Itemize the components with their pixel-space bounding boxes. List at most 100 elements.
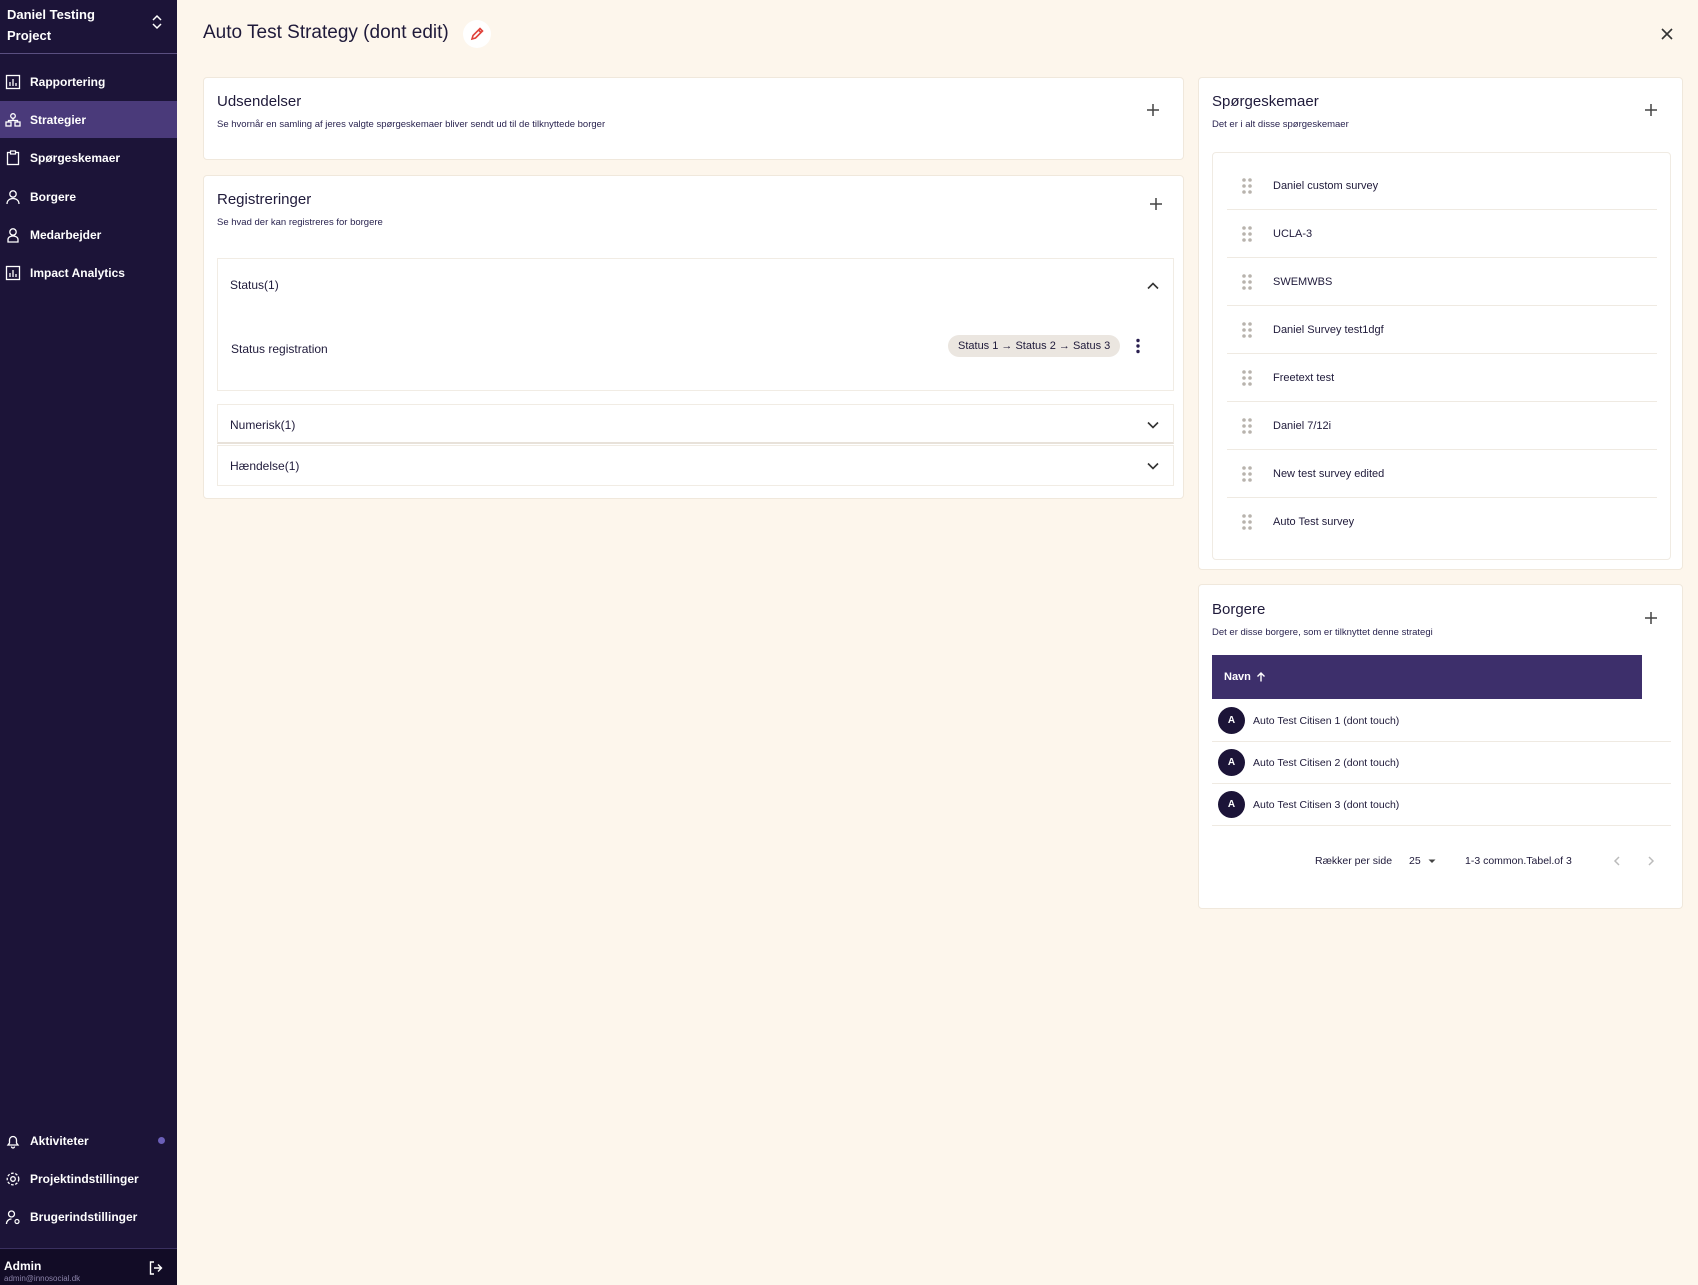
add-citizen-button[interactable]: [1641, 608, 1661, 628]
clipboard-icon: [6, 149, 20, 165]
chevron-right-icon[interactable]: [1645, 855, 1657, 867]
survey-list-item[interactable]: Auto Test survey: [1227, 498, 1657, 546]
strategy-icon: [5, 112, 21, 127]
survey-list-item[interactable]: UCLA-3: [1227, 210, 1657, 258]
user-email: admin@innosocial.dk: [4, 1274, 81, 1283]
more-vertical-icon[interactable]: [1134, 337, 1142, 355]
nav-label: Brugerindstillinger: [30, 1209, 138, 1224]
drag-handle-icon[interactable]: [1241, 513, 1253, 531]
close-button[interactable]: [1657, 24, 1677, 44]
user-gear-icon: [5, 1209, 20, 1224]
nav-label: Medarbejder: [30, 227, 102, 242]
edit-title-button[interactable]: [463, 20, 491, 48]
nav-item-impact-analytics[interactable]: Impact Analytics: [0, 254, 177, 291]
table-row[interactable]: A Auto Test Citisen 1 (dont touch): [1212, 700, 1671, 742]
survey-name: UCLA-3: [1273, 227, 1313, 240]
plus-icon: [1150, 198, 1162, 210]
card-subtitle: Se hvad der kan registreres for borgere: [217, 217, 383, 228]
user-icon: [6, 189, 20, 204]
chevron-down-icon[interactable]: [1145, 417, 1161, 433]
citizen-name: Auto Test Citisen 3 (dont touch): [1253, 798, 1400, 811]
nav-label: Rapportering: [30, 74, 106, 89]
gear-icon: [6, 1172, 20, 1185]
rows-per-page-select[interactable]: 25: [1409, 855, 1437, 867]
surveys-card: Spørgeskemaer Det er i alt disse spørges…: [1198, 77, 1683, 570]
card-title: Registreringer: [217, 191, 312, 208]
nav-item-aktiviteter[interactable]: Aktiviteter: [0, 1122, 177, 1159]
pagination-range: 1-3 common.Tabel.of 3: [1465, 855, 1572, 867]
card-subtitle: Det er disse borgere, som er tilknyttet …: [1212, 627, 1433, 638]
caret-down-icon: [1428, 859, 1436, 863]
drag-handle-icon[interactable]: [1241, 177, 1253, 195]
survey-list-item[interactable]: New test survey edited: [1227, 450, 1657, 498]
survey-name: Daniel Survey test1dgf: [1273, 323, 1384, 336]
citizen-name: Auto Test Citisen 2 (dont touch): [1253, 756, 1400, 769]
table-row[interactable]: A Auto Test Citisen 3 (dont touch): [1212, 784, 1671, 826]
nav-label: Spørgeskemaer: [30, 150, 121, 165]
nav-label: Projektindstillinger: [30, 1171, 139, 1186]
chevron-up-icon[interactable]: [1145, 278, 1161, 294]
accordion-header-haendelse: Hændelse(1): [230, 459, 300, 473]
survey-name: Daniel 7/12i: [1273, 419, 1332, 432]
survey-name: Freetext test: [1273, 371, 1335, 384]
column-header-navn[interactable]: Navn: [1212, 655, 1642, 699]
drag-handle-icon[interactable]: [1241, 321, 1253, 339]
nav-label: Strategier: [30, 112, 87, 127]
chevron-left-icon[interactable]: [1611, 855, 1623, 867]
nav-item-brugerindstillinger[interactable]: Brugerindstillinger: [0, 1198, 177, 1235]
chevron-down-icon[interactable]: [1145, 458, 1161, 474]
survey-list-item[interactable]: Daniel custom survey: [1227, 162, 1657, 210]
rows-per-page-label: Rækker per side: [1315, 855, 1393, 867]
nav-item-projektindstillinger[interactable]: Projektindstillinger: [0, 1160, 177, 1197]
nav-item-borgere[interactable]: Borgere: [0, 178, 177, 215]
nav-item-spoergeskemaer[interactable]: Spørgeskemaer: [0, 139, 177, 176]
accordion-numerisk[interactable]: Numerisk(1): [217, 404, 1174, 444]
survey-list-item[interactable]: Daniel 7/12i: [1227, 402, 1657, 450]
plus-icon: [1645, 104, 1657, 116]
accordion-haendelse[interactable]: Hændelse(1): [217, 445, 1174, 486]
column-header-label: Navn: [1224, 671, 1251, 683]
drag-handle-icon[interactable]: [1241, 225, 1253, 243]
chart-icon: [5, 265, 21, 280]
citizens-card: Borgere Det er disse borgere, som er til…: [1198, 584, 1683, 909]
drag-handle-icon[interactable]: [1241, 369, 1253, 387]
notification-dot: [158, 1137, 165, 1144]
nav-label: Impact Analytics: [30, 265, 125, 280]
table-row[interactable]: A Auto Test Citisen 2 (dont touch): [1212, 742, 1671, 784]
drag-handle-icon[interactable]: [1241, 465, 1253, 483]
card-title: Borgere: [1212, 601, 1266, 618]
employee-icon: [7, 227, 19, 243]
project-switcher[interactable]: Daniel Testing Project: [0, 0, 177, 54]
page-title: Auto Test Strategy (dont edit): [203, 22, 449, 43]
nav-item-rapportering[interactable]: Rapportering: [0, 63, 177, 100]
survey-list-item[interactable]: Freetext test: [1227, 354, 1657, 402]
close-icon: [1661, 28, 1673, 40]
drag-handle-icon[interactable]: [1241, 273, 1253, 291]
survey-list-item[interactable]: Daniel Survey test1dgf: [1227, 306, 1657, 354]
plus-icon: [1645, 612, 1657, 624]
survey-name: SWEMWBS: [1273, 275, 1333, 288]
chart-icon: [5, 74, 21, 89]
add-registrering-button[interactable]: [1146, 194, 1166, 214]
plus-icon: [1147, 104, 1159, 116]
add-survey-button[interactable]: [1641, 100, 1661, 120]
nav-label: Borgere: [30, 189, 77, 204]
accordion-status: Status(1) Status registration Status 1 →…: [217, 258, 1174, 391]
chevron-updown-icon[interactable]: [150, 13, 164, 31]
nav-item-medarbejder[interactable]: Medarbejder: [0, 216, 177, 253]
accordion-header-status[interactable]: Status(1): [230, 278, 279, 292]
bell-icon: [6, 1135, 20, 1149]
sidebar: Daniel Testing Project Rapportering Stra…: [0, 0, 177, 1285]
user-name: Admin: [4, 1259, 42, 1273]
survey-list-item[interactable]: SWEMWBS: [1227, 258, 1657, 306]
avatar: A: [1218, 749, 1245, 776]
project-name: Daniel Testing Project: [7, 7, 95, 43]
card-title: Spørgeskemaer: [1212, 93, 1319, 110]
pencil-icon: [470, 27, 484, 41]
logout-icon[interactable]: [148, 1260, 164, 1276]
drag-handle-icon[interactable]: [1241, 417, 1253, 435]
nav-item-strategier[interactable]: Strategier: [0, 101, 177, 138]
registration-label: Status registration: [231, 342, 328, 356]
add-udsendelse-button[interactable]: [1143, 100, 1163, 120]
avatar: A: [1218, 791, 1245, 818]
